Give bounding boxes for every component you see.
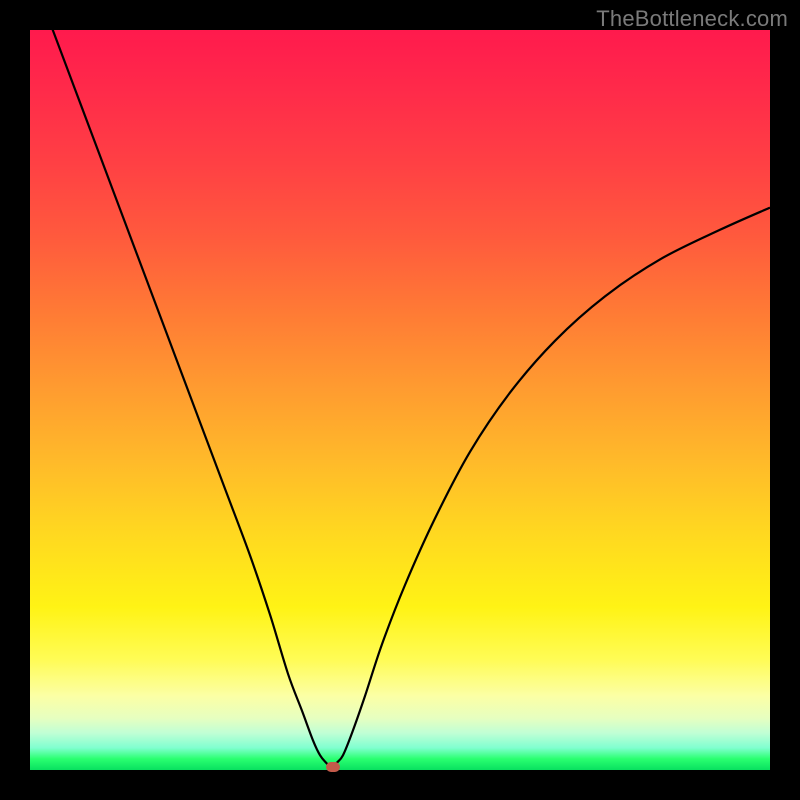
bottleneck-curve <box>30 30 770 770</box>
plot-area <box>30 30 770 770</box>
curve-line <box>30 0 770 767</box>
optimum-marker <box>326 762 340 772</box>
watermark-text: TheBottleneck.com <box>596 6 788 32</box>
